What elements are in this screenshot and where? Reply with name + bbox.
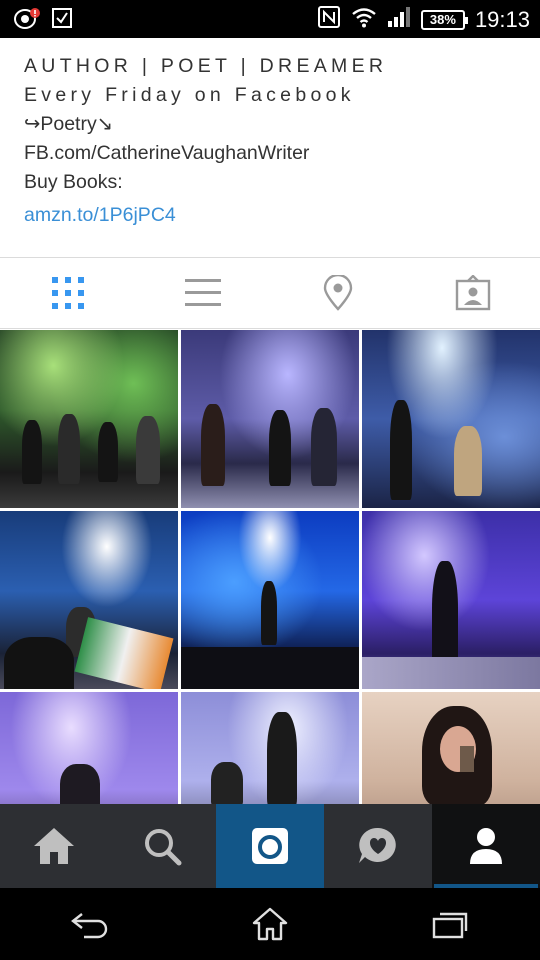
tagged-photos-icon <box>455 275 490 311</box>
nav-camera-button[interactable] <box>216 804 324 888</box>
app-bottom-nav <box>0 804 540 888</box>
home-icon <box>34 828 74 864</box>
photo-grid <box>0 330 540 804</box>
tab-list-view[interactable] <box>135 258 270 328</box>
photo-tile[interactable] <box>181 511 359 689</box>
nfc-icon <box>317 5 341 34</box>
photo-tile[interactable] <box>0 330 178 508</box>
wifi-icon <box>351 6 377 33</box>
bio-buy-books: Buy Books: <box>24 171 123 193</box>
search-icon <box>145 829 182 866</box>
nav-search-button[interactable] <box>108 804 216 888</box>
notification-alert-icon <box>14 7 40 34</box>
grid-icon <box>51 277 84 309</box>
camera-icon <box>252 828 288 864</box>
system-back-button[interactable] <box>0 888 180 960</box>
bio-schedule: Every Friday on Facebook <box>24 84 355 106</box>
system-nav-bar <box>0 888 540 960</box>
status-bar: 38% 19:13 <box>0 0 540 38</box>
tab-places[interactable] <box>270 258 405 328</box>
person-icon <box>470 828 502 864</box>
list-icon <box>184 279 221 306</box>
photo-tile[interactable] <box>362 692 540 804</box>
battery-icon: 38% <box>420 9 468 30</box>
photo-tile[interactable] <box>181 692 359 804</box>
nav-profile-button[interactable] <box>432 804 540 888</box>
photo-tile[interactable] <box>0 692 178 804</box>
nav-activity-button[interactable] <box>324 804 432 888</box>
photo-tile[interactable] <box>0 511 178 689</box>
bio-amazon-link[interactable]: amzn.to/1P6jPC4 <box>24 200 516 230</box>
signal-icon <box>387 6 411 33</box>
bio-poetry: ↪Poetry↘ <box>24 113 114 135</box>
heart-bubble-icon <box>359 827 396 863</box>
tab-grid-view[interactable] <box>0 258 135 328</box>
profile-view-tabs <box>0 257 540 329</box>
photo-tile[interactable] <box>181 330 359 508</box>
system-home-button[interactable] <box>180 888 360 960</box>
photo-tile[interactable] <box>362 330 540 508</box>
profile-bio: AUTHOR | POET | DREAMER Every Friday on … <box>0 38 540 257</box>
checkbox-icon <box>52 8 72 33</box>
photo-tile[interactable] <box>362 511 540 689</box>
system-recents-button[interactable] <box>360 888 540 960</box>
tab-tagged[interactable] <box>405 258 540 328</box>
nav-home-button[interactable] <box>0 804 108 888</box>
home-outline-icon <box>252 907 288 941</box>
back-icon <box>71 913 108 939</box>
bio-facebook: FB.com/CatherineVaughanWriter <box>24 142 310 164</box>
bio-tagline: AUTHOR | POET | DREAMER <box>24 55 388 77</box>
recents-icon <box>432 912 468 939</box>
clock: 19:13 <box>474 6 530 32</box>
battery-level: 38% <box>429 11 456 27</box>
location-pin-icon <box>323 275 352 311</box>
